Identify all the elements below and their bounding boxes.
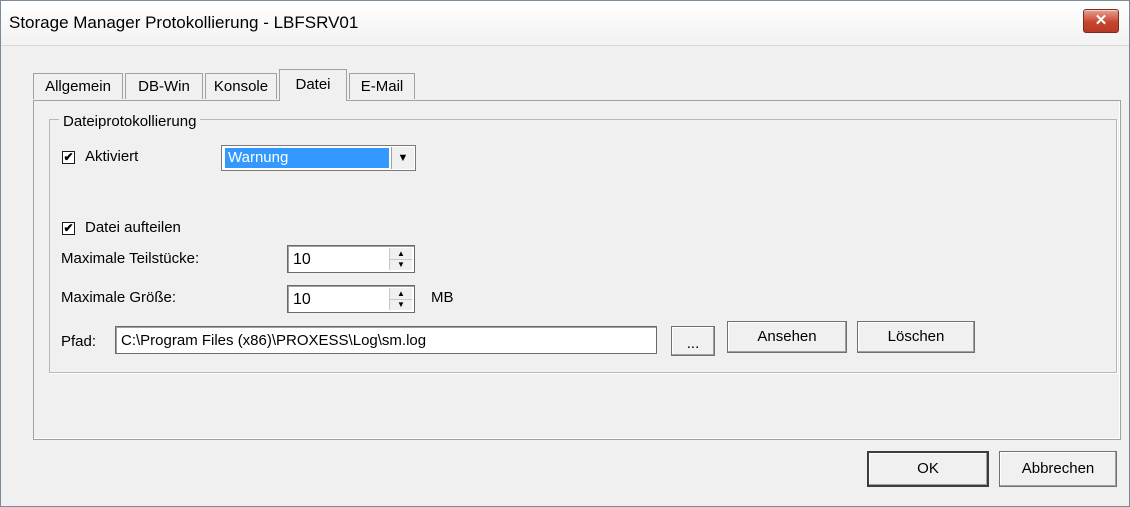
spin-down-icon[interactable]: ▼ [390,259,412,270]
max-parts-value[interactable]: 10 [293,251,311,269]
max-parts-label: Maximale Teilstücke: [61,250,200,267]
close-button[interactable]: ✕ [1083,9,1119,33]
tab-db-win[interactable]: DB-Win [125,73,203,99]
tab-e-mail[interactable]: E-Mail [349,73,415,99]
check-icon: ✔ [63,221,74,235]
max-size-label: Maximale Größe: [61,289,177,306]
split-file-checkbox[interactable]: ✔ [62,222,75,235]
title-bar[interactable]: Storage Manager Protokollierung - LBFSRV… [1,1,1129,46]
path-label: Pfad: [61,333,97,350]
max-size-spin-buttons: ▲ ▼ [389,288,412,310]
tab-allgemein[interactable]: Allgemein [33,73,123,99]
path-value[interactable]: C:\Program Files (x86)\PROXESS\Log\sm.lo… [121,332,426,349]
max-size-spinner[interactable]: 10 ▲ ▼ [287,285,415,313]
window-title: Storage Manager Protokollierung - LBFSRV… [9,13,359,32]
max-size-unit: MB [431,289,454,306]
group-title: Dateiprotokollierung [59,113,201,130]
log-level-select[interactable]: Warnung ▼ [221,145,416,171]
enabled-label[interactable]: Aktiviert [85,148,138,165]
cancel-button[interactable]: Abbrechen [999,451,1117,487]
delete-button[interactable]: Löschen [857,321,975,353]
split-file-label[interactable]: Datei aufteilen [85,219,181,236]
tab-datei[interactable]: Datei [279,69,347,101]
max-parts-spinner[interactable]: 10 ▲ ▼ [287,245,415,273]
enabled-checkbox[interactable]: ✔ [62,151,75,164]
path-input[interactable]: C:\Program Files (x86)\PROXESS\Log\sm.lo… [115,326,657,354]
spin-down-icon[interactable]: ▼ [390,299,412,310]
max-parts-spin-buttons: ▲ ▼ [389,248,412,270]
close-icon: ✕ [1094,12,1108,29]
view-button[interactable]: Ansehen [727,321,847,353]
ok-button[interactable]: OK [867,451,989,487]
log-level-value: Warnung [225,148,389,168]
browse-button[interactable]: ... [671,326,715,356]
dropdown-arrow-icon[interactable]: ▼ [391,147,414,169]
max-size-value[interactable]: 10 [293,291,311,309]
dialog-window: Storage Manager Protokollierung - LBFSRV… [0,0,1130,507]
tab-konsole[interactable]: Konsole [205,73,277,99]
check-icon: ✔ [63,150,74,164]
